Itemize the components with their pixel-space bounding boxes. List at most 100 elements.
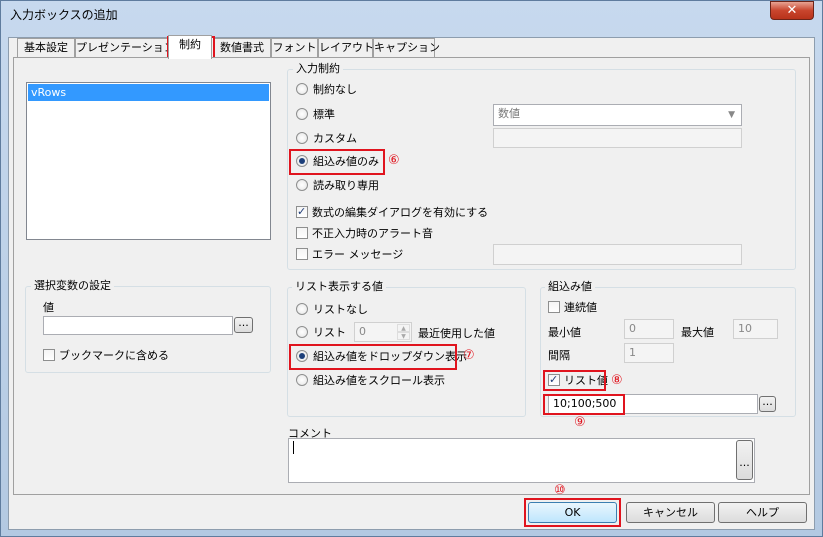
option-label: 制約なし [313,83,357,96]
checkbox-bookmark[interactable]: ブックマークに含める [43,348,169,364]
chevron-down-icon: ▼ [397,332,410,340]
radio-read-only[interactable]: 読み取り専用 [296,178,379,194]
group-legend: 選択変数の設定 [31,279,114,292]
checkbox-label: 数式の編集ダイアログを有効にする [312,206,489,219]
radio-icon [296,83,308,95]
annotation-10: ⑩ [554,483,566,498]
tab-font[interactable]: フォント [271,38,318,58]
ok-button[interactable]: OK [528,502,617,523]
checkbox-icon [43,349,55,361]
tab-layout[interactable]: レイアウト [318,38,374,58]
radio-icon [296,108,308,120]
variables-list[interactable]: vRows [26,82,271,240]
standard-type-dropdown[interactable]: 数値 ▼ [493,104,742,126]
checkbox-label: ブックマークに含める [59,349,169,362]
tab-label: 数値書式 [220,41,264,54]
window-title: 入力ボックスの追加 [10,8,118,22]
step-value-input: 1 [624,343,674,363]
tab-presentation[interactable]: プレゼンテーション [75,38,175,58]
checkbox-formula-dialog[interactable]: 数式の編集ダイアログを有効にする [296,204,489,221]
variable-value-input[interactable] [43,316,233,335]
tab-label: 制約 [179,38,201,51]
radio-icon [296,132,308,144]
radio-icon [296,326,308,338]
text-cursor [293,441,294,454]
group-legend: 組込み値 [545,280,595,293]
radio-list[interactable]: リスト [296,325,346,341]
radio-predefined-only[interactable]: 組込み値のみ [296,154,379,170]
list-item[interactable]: vRows [28,84,269,101]
step-label: 間隔 [548,349,570,362]
group-legend: 入力制約 [293,62,343,75]
checkbox-label: 不正入力時のアラート音 [312,227,433,240]
tab-basic[interactable]: 基本設定 [17,38,75,58]
max-value-input: 10 [733,319,778,339]
radio-scroll-display[interactable]: 組込み値をスクロール表示 [296,373,445,389]
checkbox-icon [548,372,560,388]
comment-textarea[interactable] [288,438,755,483]
annotation-8: ⑧ [611,373,623,388]
tab-label: キャプション [374,41,440,54]
option-label: 組込み値のみ [313,155,379,168]
checkbox-label: エラー メッセージ [312,248,404,261]
tab-label: フォント [272,41,317,54]
annotation-9: ⑨ [574,415,586,430]
option-label: 標準 [313,108,335,121]
recent-values-label: 最近使用した値 [418,327,495,340]
radio-custom[interactable]: カスタム [296,131,357,147]
checkbox-list-values[interactable]: リスト値 [548,372,608,389]
checkbox-label: リスト値 [564,374,608,387]
comment-browse-button[interactable]: ... [736,440,753,480]
checkbox-icon [296,227,308,239]
group-legend: リスト表示する値 [292,280,386,293]
checkbox-icon [296,204,308,220]
dropdown-value: 数値 [498,107,520,120]
tab-caption[interactable]: キャプション [373,38,440,58]
chevron-up-icon: ▲ [397,324,410,332]
value-label: 値 [43,301,54,314]
checkbox-alert-sound[interactable]: 不正入力時のアラート音 [296,226,433,242]
cancel-button[interactable]: キャンセル [626,502,715,523]
radio-icon [296,179,308,191]
list-values-browse-button[interactable]: ... [759,396,776,412]
checkbox-error-message[interactable]: エラー メッセージ [296,247,403,263]
variable-browse-button[interactable]: ... [234,317,253,333]
radio-icon [296,155,308,167]
tab-number-format[interactable]: 数値書式 [213,38,271,58]
title-bar[interactable]: 入力ボックスの追加 [0,0,821,28]
annotation-7: ⑦ [463,348,475,363]
annotation-6: ⑥ [388,153,400,168]
radio-icon [296,303,308,315]
checkbox-label: 連続値 [564,301,597,314]
radio-icon [296,350,308,362]
option-label: 組込み値をドロップダウン表示 [313,350,467,363]
list-values-input[interactable]: 10;100;500 [548,394,758,414]
min-value-input: 0 [624,319,674,339]
help-button[interactable]: ヘルプ [718,502,807,523]
tab-constraints[interactable]: 制約 [168,35,212,59]
radio-icon [296,374,308,386]
list-count-stepper: 0 ▲ ▼ [354,322,412,342]
close-icon: ✕ [786,3,798,18]
min-label: 最小値 [548,326,581,339]
stepper-value: 0 [359,325,366,338]
option-label: 組込み値をスクロール表示 [313,374,445,387]
tab-label: レイアウト [319,41,374,54]
radio-dropdown-display[interactable]: 組込み値をドロップダウン表示 [296,349,467,365]
tab-label: 基本設定 [24,41,68,54]
option-label: 読み取り専用 [313,179,379,192]
close-button[interactable]: ✕ [770,1,814,20]
option-label: リスト [313,326,346,339]
radio-no-constraint[interactable]: 制約なし [296,82,357,98]
checkbox-continuous[interactable]: 連続値 [548,300,597,316]
option-label: カスタム [313,132,357,145]
option-label: リストなし [313,303,368,316]
chevron-down-icon: ▼ [728,110,735,120]
error-message-field [493,244,742,265]
custom-field [493,128,742,148]
tab-label: プレゼンテーション [76,41,175,54]
radio-no-list[interactable]: リストなし [296,302,368,318]
max-label: 最大値 [681,326,714,339]
radio-standard[interactable]: 標準 [296,107,335,123]
checkbox-icon [296,248,308,260]
